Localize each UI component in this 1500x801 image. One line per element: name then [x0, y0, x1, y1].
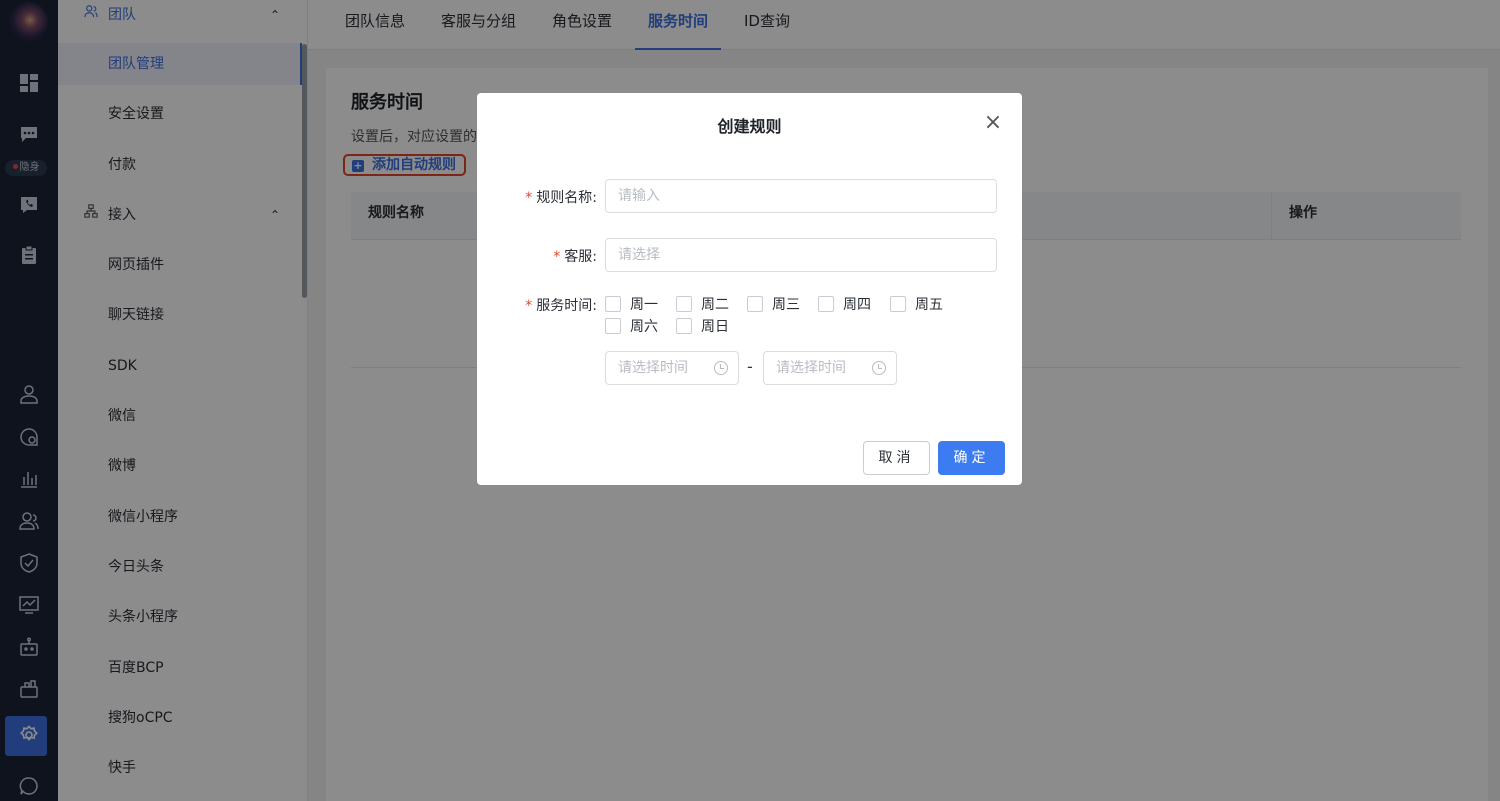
rule-name-label-text: 规则名称:: [536, 190, 597, 206]
clock-icon: [714, 361, 728, 375]
agent-select[interactable]: 请选择: [605, 238, 997, 272]
checkbox-sunday[interactable]: 周日: [676, 317, 729, 337]
start-time-picker[interactable]: 请选择时间: [605, 351, 739, 385]
confirm-button[interactable]: 确定: [938, 441, 1005, 475]
checkbox-box[interactable]: [676, 296, 692, 312]
service-time-label: * 服务时间:: [525, 295, 597, 315]
checkbox-box[interactable]: [676, 318, 692, 334]
required-marker: *: [553, 249, 561, 265]
checkbox-tuesday[interactable]: 周二: [676, 295, 729, 315]
required-marker: *: [525, 190, 533, 206]
service-time-label-text: 服务时间:: [536, 298, 597, 314]
end-time-placeholder: 请选择时间: [776, 360, 846, 376]
checkbox-label: 周三: [772, 297, 800, 313]
checkbox-box[interactable]: [605, 318, 621, 334]
cancel-button[interactable]: 取消: [863, 441, 930, 475]
checkbox-wednesday[interactable]: 周三: [747, 295, 800, 315]
checkbox-box[interactable]: [605, 296, 621, 312]
agent-label-text: 客服:: [564, 249, 597, 265]
start-time-placeholder: 请选择时间: [618, 360, 688, 376]
checkbox-label: 周六: [630, 319, 658, 335]
required-marker: *: [525, 298, 533, 314]
create-rule-dialog: 创建规则 × * 规则名称: 请输入 * 客服: 请选择 * 服务时间: 周一 周二 …: [477, 93, 1022, 485]
checkbox-label: 周一: [630, 297, 658, 313]
agent-label: * 客服:: [553, 246, 597, 266]
checkbox-saturday[interactable]: 周六: [605, 317, 658, 337]
time-range-separator: -: [747, 357, 753, 376]
checkbox-thursday[interactable]: 周四: [818, 295, 871, 315]
checkbox-label: 周二: [701, 297, 729, 313]
checkbox-label: 周四: [843, 297, 871, 313]
clock-icon: [872, 361, 886, 375]
checkbox-box[interactable]: [890, 296, 906, 312]
close-icon[interactable]: ×: [983, 112, 1003, 134]
checkbox-friday[interactable]: 周五: [890, 295, 943, 315]
checkbox-box[interactable]: [747, 296, 763, 312]
checkbox-label: 周五: [915, 297, 943, 313]
checkbox-monday[interactable]: 周一: [605, 295, 658, 315]
rule-name-label: * 规则名称:: [525, 187, 597, 207]
rule-name-input[interactable]: 请输入: [605, 179, 997, 213]
checkbox-label: 周日: [701, 319, 729, 335]
end-time-picker[interactable]: 请选择时间: [763, 351, 897, 385]
checkbox-box[interactable]: [818, 296, 834, 312]
dialog-title: 创建规则: [717, 117, 782, 136]
